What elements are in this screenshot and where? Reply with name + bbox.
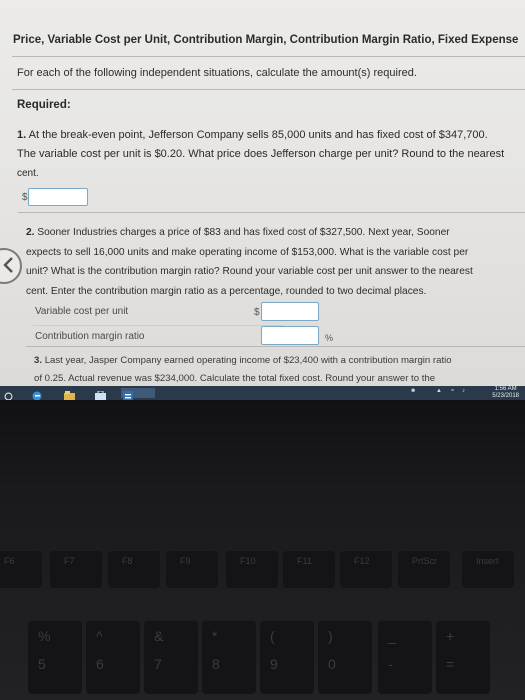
function-key-label: F6 xyxy=(4,556,15,566)
number-key[interactable]: % 5 xyxy=(28,620,82,694)
laptop-screen: Price, Variable Cost per Unit, Contribut… xyxy=(0,0,525,400)
divider xyxy=(33,325,283,326)
number-key[interactable]: & 7 xyxy=(144,620,198,694)
divider xyxy=(12,56,525,57)
function-key[interactable]: F9 xyxy=(166,550,218,588)
question-3-line: Last year, Jasper Company earned operati… xyxy=(44,355,452,366)
question-2-line: Sooner Industries charges a price of $83… xyxy=(37,227,450,238)
number-key-symbol: _ xyxy=(388,628,396,644)
contribution-margin-ratio-input[interactable] xyxy=(261,326,319,345)
system-clock[interactable]: 1:56 AM 5/23/2018 xyxy=(492,386,519,400)
question-1-line: At the break-even point, Jefferson Compa… xyxy=(28,129,488,141)
question-number: 2. xyxy=(26,227,35,238)
function-key[interactable]: PrtScr xyxy=(398,550,450,588)
function-key-label: F11 xyxy=(297,556,312,566)
divider xyxy=(18,212,525,213)
question-2: 2. Sooner Industries charges a price of … xyxy=(26,223,524,301)
number-key-digit: 6 xyxy=(96,656,104,672)
number-key[interactable]: (9 xyxy=(260,620,314,694)
variable-cost-input[interactable] xyxy=(261,302,319,321)
divider xyxy=(26,346,525,347)
question-3: 3. Last year, Jasper Company earned oper… xyxy=(34,352,522,386)
number-key-digit: 7 xyxy=(154,656,162,672)
number-key-digit: = xyxy=(446,656,455,672)
function-key[interactable]: F8 xyxy=(108,550,160,588)
people-icon[interactable]: ☻ xyxy=(410,388,416,394)
question-2-line: expects to sell 16,000 units and make op… xyxy=(26,246,469,258)
question-2-line: cent. Enter the contribution margin rati… xyxy=(26,285,427,297)
function-key-label: F12 xyxy=(354,556,370,566)
clock-date: 5/23/2018 xyxy=(492,393,519,399)
number-key-digit: 8 xyxy=(212,656,220,672)
laptop-keyboard: F6 F7 F8 F9 F10 F11 F12 PrtScr Insert% 5 ^ 6 & 7 * 8(9)… xyxy=(0,400,525,700)
function-key-label: F10 xyxy=(240,556,256,566)
instruction-text: For each of the following independent si… xyxy=(17,67,417,79)
taskbar-active-app[interactable] xyxy=(121,388,155,400)
number-key-symbol: & xyxy=(154,628,164,644)
clock-time: 1:56 AM xyxy=(494,386,517,392)
function-key[interactable]: F12 xyxy=(340,550,392,588)
function-key-label: F8 xyxy=(122,556,133,566)
question-1-line: cent. xyxy=(17,168,39,179)
function-key[interactable]: F6 xyxy=(0,550,42,588)
number-key-symbol: * xyxy=(212,628,218,644)
q1-price-input[interactable] xyxy=(28,188,88,206)
chevron-up-icon[interactable]: ▲ xyxy=(436,388,442,394)
variable-cost-label: Variable cost per unit xyxy=(35,306,129,317)
function-key[interactable]: Insert xyxy=(462,550,514,588)
number-key-symbol: ( xyxy=(270,628,275,644)
number-key-symbol: % xyxy=(38,628,51,644)
function-key-label: PrtScr xyxy=(412,556,438,566)
volume-icon[interactable]: ♪ xyxy=(462,388,465,394)
number-key-digit: 5 xyxy=(38,656,46,672)
question-3-line: of 0.25. Actual revenue was $234,000. Ca… xyxy=(34,373,436,384)
store-icon[interactable] xyxy=(95,388,107,400)
function-key[interactable]: F7 xyxy=(50,550,102,588)
function-key[interactable]: F11 xyxy=(283,550,335,588)
percent-suffix: % xyxy=(325,333,334,343)
edge-browser-icon[interactable] xyxy=(32,388,44,400)
back-arrow-button[interactable] xyxy=(0,248,22,284)
number-key[interactable]: ^ 6 xyxy=(86,620,140,694)
divider xyxy=(12,89,525,90)
problem-title: Price, Variable Cost per Unit, Contribut… xyxy=(13,34,519,46)
question-1-line: The variable cost per unit is $0.20. Wha… xyxy=(17,148,505,160)
wifi-icon[interactable]: ≈ xyxy=(451,388,454,394)
number-key-symbol: + xyxy=(446,628,455,644)
number-key-symbol: ^ xyxy=(96,628,103,644)
number-key-symbol: ) xyxy=(328,628,333,644)
required-heading: Required: xyxy=(17,99,71,111)
question-1: 1. At the break-even point, Jefferson Co… xyxy=(17,126,522,183)
number-key[interactable]: * 8 xyxy=(202,620,256,694)
question-2-line: unit? What is the contribution margin ra… xyxy=(26,266,473,277)
taskbar: ☻ ▲ ≈ ♪ 1:56 AM 5/23/2018 xyxy=(0,386,525,400)
chevron-left-icon xyxy=(3,257,13,273)
number-key-digit: 9 xyxy=(270,656,278,672)
question-number: 3. xyxy=(34,355,43,366)
function-key-label: Insert xyxy=(476,556,499,566)
number-key[interactable]: + = xyxy=(436,620,490,694)
function-key-label: F9 xyxy=(180,556,191,566)
currency-prefix: $ xyxy=(254,307,260,318)
function-key[interactable]: F10 xyxy=(226,550,278,588)
number-key[interactable]: ) 0 xyxy=(318,620,372,694)
question-number: 1. xyxy=(17,129,27,141)
windows-start-icon[interactable] xyxy=(4,388,13,400)
homework-page: Price, Variable Cost per Unit, Contribut… xyxy=(0,0,525,386)
function-key-label: F7 xyxy=(64,556,75,566)
number-key[interactable]: _ - xyxy=(378,620,432,694)
number-key-digit: - xyxy=(388,656,393,672)
currency-prefix: $ xyxy=(22,192,28,203)
number-key-digit: 0 xyxy=(328,656,336,672)
contribution-margin-ratio-label: Contribution margin ratio xyxy=(35,331,145,342)
file-explorer-icon[interactable] xyxy=(64,388,76,400)
